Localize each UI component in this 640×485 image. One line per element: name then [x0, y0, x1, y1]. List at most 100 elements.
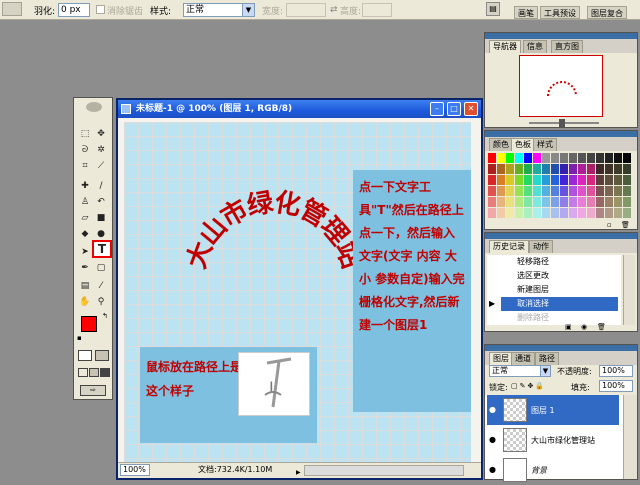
color-swatch[interactable]	[515, 164, 523, 174]
new-snapshot-icon[interactable]: ◉	[581, 323, 587, 331]
layer-row-layer1[interactable]: ● 图层 1	[487, 395, 619, 425]
screen-mode-standard-icon[interactable]	[78, 368, 88, 377]
color-swatch[interactable]	[506, 208, 514, 218]
color-swatch[interactable]	[551, 186, 559, 196]
color-swatch[interactable]	[524, 186, 532, 196]
color-swatch[interactable]	[497, 175, 505, 185]
color-swatch[interactable]	[614, 197, 622, 207]
color-swatch[interactable]	[551, 197, 559, 207]
color-swatch[interactable]	[605, 208, 613, 218]
eraser-tool-icon[interactable]: ▱	[79, 212, 91, 224]
tab-styles[interactable]: 样式	[533, 138, 557, 151]
delete-swatch-icon[interactable]: 🗑	[621, 221, 630, 229]
lasso-tool-icon[interactable]: ᘐ	[79, 144, 91, 156]
eye-icon[interactable]: ●	[489, 435, 499, 444]
well-tab-layer-comps[interactable]: 图层复合	[587, 6, 627, 19]
blur-tool-icon[interactable]: ◆	[79, 228, 91, 240]
color-swatch[interactable]	[551, 208, 559, 218]
file-browser-icon[interactable]: ▤	[486, 2, 500, 16]
color-swatch[interactable]	[596, 164, 604, 174]
color-swatch[interactable]	[587, 153, 595, 163]
tab-channels[interactable]: 通道	[511, 352, 535, 365]
well-tab-tool-presets[interactable]: 工具预设	[540, 6, 580, 19]
tab-history[interactable]: 历史记录	[489, 240, 529, 253]
shape-tool-icon[interactable]: ▢	[95, 262, 107, 274]
layer-row-text[interactable]: ● 大山市绿化管理站	[487, 425, 619, 455]
color-swatch[interactable]	[551, 175, 559, 185]
color-swatch[interactable]	[488, 208, 496, 218]
color-swatch[interactable]	[506, 164, 514, 174]
color-swatch[interactable]	[560, 164, 568, 174]
color-swatch[interactable]	[497, 153, 505, 163]
eye-icon[interactable]: ●	[489, 465, 499, 474]
color-swatch[interactable]	[623, 164, 631, 174]
color-swatch[interactable]	[596, 175, 604, 185]
color-swatch[interactable]	[515, 175, 523, 185]
history-item-selected[interactable]: 取消选择	[501, 297, 618, 311]
color-swatch[interactable]	[515, 153, 523, 163]
navigator-thumbnail[interactable]	[519, 55, 603, 117]
color-swatch[interactable]	[569, 208, 577, 218]
hand-tool-icon[interactable]: ✋	[79, 296, 91, 308]
color-swatch[interactable]	[578, 197, 586, 207]
tab-histogram[interactable]: 直方图	[551, 40, 583, 53]
tab-navigator[interactable]: 导航器	[489, 40, 521, 53]
color-swatch[interactable]	[524, 164, 532, 174]
history-item[interactable]: 轻移路径	[501, 255, 618, 269]
fill-input[interactable]: 100%	[599, 380, 633, 392]
tab-actions[interactable]: 动作	[529, 240, 553, 253]
color-swatch[interactable]	[533, 164, 541, 174]
status-menu-arrow-icon[interactable]: ▶	[296, 466, 302, 476]
color-swatch[interactable]	[542, 153, 550, 163]
color-swatch[interactable]	[497, 164, 505, 174]
dodge-tool-icon[interactable]: ●	[95, 228, 107, 240]
color-swatch[interactable]	[488, 164, 496, 174]
color-swatch[interactable]	[569, 186, 577, 196]
color-swatch[interactable]	[560, 186, 568, 196]
color-swatch[interactable]	[578, 153, 586, 163]
tab-layers[interactable]: 图层	[489, 352, 513, 365]
color-swatch[interactable]	[623, 186, 631, 196]
zoom-field[interactable]: 100%	[120, 464, 150, 476]
type-tool-icon[interactable]: T	[92, 240, 112, 258]
color-swatch[interactable]	[587, 164, 595, 174]
color-swatch[interactable]	[506, 175, 514, 185]
delete-state-icon[interactable]: 🗑	[597, 323, 606, 331]
history-scrollbar[interactable]	[623, 255, 635, 325]
color-swatch[interactable]	[560, 175, 568, 185]
color-swatch[interactable]	[605, 175, 613, 185]
eye-icon[interactable]: ●	[489, 405, 499, 414]
color-swatch[interactable]	[605, 153, 613, 163]
color-swatch[interactable]	[614, 208, 622, 218]
color-swatch[interactable]	[506, 197, 514, 207]
notes-tool-icon[interactable]: ▤	[79, 280, 91, 292]
color-swatch[interactable]	[578, 186, 586, 196]
standard-mode-icon[interactable]	[78, 350, 92, 361]
color-swatch[interactable]	[542, 164, 550, 174]
color-swatch[interactable]	[497, 186, 505, 196]
move-tool-icon[interactable]: ✥	[95, 128, 107, 140]
zoom-slider-thumb[interactable]	[559, 119, 565, 127]
color-swatch[interactable]	[560, 153, 568, 163]
color-swatch[interactable]	[542, 186, 550, 196]
color-swatch[interactable]	[587, 175, 595, 185]
color-swatch[interactable]	[596, 186, 604, 196]
color-swatch[interactable]	[614, 186, 622, 196]
color-swatch[interactable]	[488, 197, 496, 207]
color-swatch[interactable]	[605, 186, 613, 196]
well-tab-brushes[interactable]: 画笔	[514, 6, 538, 19]
color-swatch[interactable]	[488, 186, 496, 196]
color-swatch[interactable]	[533, 186, 541, 196]
color-swatch[interactable]	[578, 208, 586, 218]
horizontal-scrollbar[interactable]	[304, 465, 464, 476]
minimize-icon[interactable]: –	[430, 102, 444, 116]
tab-paths[interactable]: 路径	[535, 352, 559, 365]
color-swatch[interactable]	[515, 186, 523, 196]
color-swatch[interactable]	[569, 164, 577, 174]
navigator-zoom-slider[interactable]	[489, 119, 635, 127]
color-swatch[interactable]	[524, 208, 532, 218]
color-swatch[interactable]	[623, 175, 631, 185]
color-swatch[interactable]	[605, 197, 613, 207]
style-select[interactable]: 正常 ▼	[183, 3, 255, 17]
color-swatch[interactable]	[542, 175, 550, 185]
